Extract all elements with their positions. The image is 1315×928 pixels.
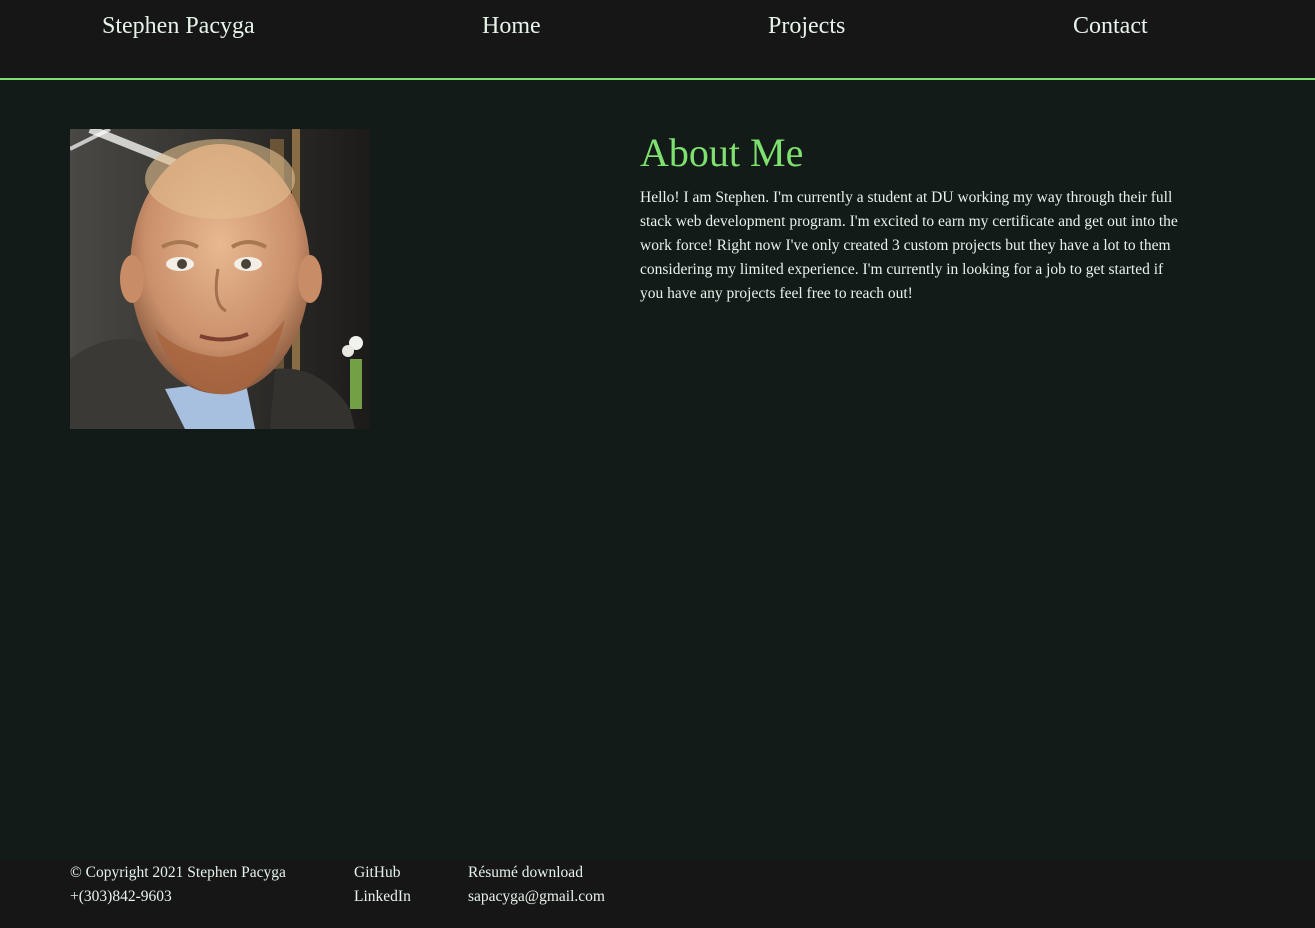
resume-download-link[interactable]: Résumé download — [468, 864, 583, 881]
copyright-text: © Copyright 2021 Stephen Pacyga — [70, 864, 286, 881]
nav-home-link[interactable]: Home — [482, 11, 541, 41]
linkedin-link[interactable]: LinkedIn — [354, 888, 411, 905]
phone-number: +(303)842-9603 — [70, 888, 172, 905]
email-link[interactable]: sapacyga@gmail.com — [468, 888, 605, 905]
nav-projects-link[interactable]: Projects — [768, 11, 845, 41]
top-navigation: Stephen Pacyga Home Projects Contact — [0, 0, 1315, 80]
footer-social-column: GitHub LinkedIn — [354, 861, 411, 909]
brand-link[interactable]: Stephen Pacyga — [102, 11, 255, 41]
about-text: Hello! I am Stephen. I'm currently a stu… — [640, 189, 1178, 302]
footer-contact-column: Résumé download sapacyga@gmail.com — [468, 861, 605, 909]
github-link[interactable]: GitHub — [354, 864, 401, 881]
about-heading: About Me — [640, 130, 804, 175]
footer: © Copyright 2021 Stephen Pacyga +(303)84… — [0, 860, 1315, 928]
profile-photo — [70, 129, 370, 429]
about-section: About Me Hello! I am Stephen. I'm curren… — [640, 129, 1180, 306]
footer-info-column: © Copyright 2021 Stephen Pacyga +(303)84… — [70, 861, 286, 909]
nav-contact-link[interactable]: Contact — [1073, 11, 1148, 41]
